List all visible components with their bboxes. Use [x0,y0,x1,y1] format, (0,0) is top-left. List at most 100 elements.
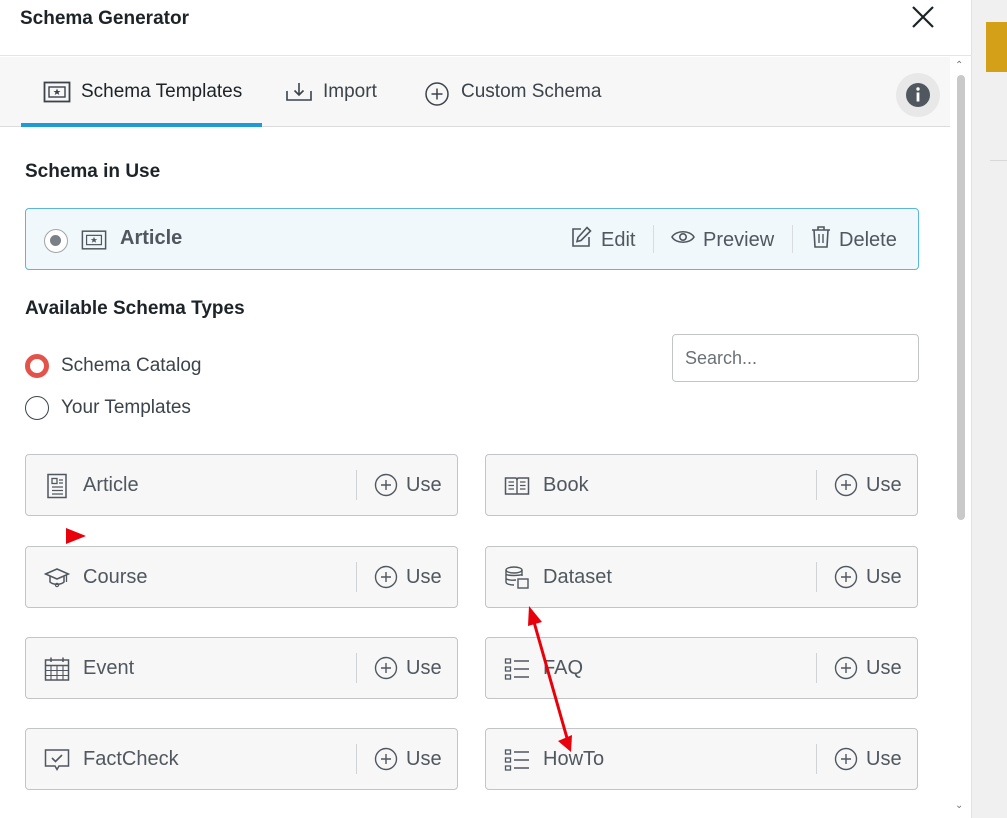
calendar-icon [44,656,70,682]
background-accent [986,22,1007,72]
book-icon [504,473,530,499]
eye-icon [671,228,695,252]
plus-circle-icon [834,473,858,497]
preview-button[interactable]: Preview [671,225,774,255]
use-label: Use [866,565,902,588]
tab-label: Import [323,81,377,102]
plus-circle-icon [423,81,451,106]
use-button[interactable]: Use [374,744,442,774]
schema-catalog-radio[interactable] [25,354,49,378]
edit-label: Edit [601,228,636,251]
tab-schema-templates[interactable]: Schema Templates [43,57,242,127]
use-label: Use [866,656,902,679]
divider [816,562,817,592]
schema-template-icon [81,228,107,252]
delete-button[interactable]: Delete [811,225,897,255]
use-button[interactable]: Use [834,562,902,592]
use-button[interactable]: Use [374,470,442,500]
graduation-cap-icon [43,565,71,591]
use-button[interactable]: Use [834,470,902,500]
active-tab-indicator [21,123,262,127]
tab-import[interactable]: Import [285,57,377,127]
modal-title: Schema Generator [20,8,189,29]
info-icon[interactable] [896,73,940,117]
schema-type-name: HowTo [543,748,605,770]
in-use-schema-name: Article [120,227,183,249]
schema-type-card-event: Event Use [25,637,458,699]
delete-label: Delete [839,228,897,251]
schema-catalog-option[interactable]: Schema Catalog [25,353,201,379]
use-label: Use [406,473,442,496]
schema-type-name: Book [543,474,589,496]
close-icon[interactable] [910,4,936,30]
edit-button[interactable]: Edit [569,225,635,255]
schema-in-use-card: Article Edit Preview Delete [25,208,919,270]
option-label: Schema Catalog [61,355,202,376]
background-page [972,0,1007,818]
modal-header: Schema Generator [0,0,972,56]
schema-type-name: Article [83,474,139,496]
use-label: Use [866,473,902,496]
option-label: Your Templates [61,397,191,418]
schema-type-name: Dataset [543,566,612,588]
import-icon [285,81,313,103]
plus-circle-icon [374,747,398,771]
use-label: Use [866,747,902,770]
tab-custom-schema[interactable]: Custom Schema [423,57,601,127]
schema-type-card-dataset: Dataset Use [485,546,918,608]
scrollbar-thumb[interactable] [957,75,965,520]
fact-check-icon [44,747,70,773]
use-button[interactable]: Use [374,562,442,592]
schema-type-name: Event [83,657,135,679]
plus-circle-icon [374,656,398,680]
tabs-bar: Schema Templates Import Custom Schema [0,57,950,127]
plus-circle-icon [834,656,858,680]
tab-label: Custom Schema [461,81,602,102]
your-templates-option[interactable]: Your Templates [25,395,191,421]
plus-circle-icon [834,565,858,589]
scroll-down-icon[interactable]: ⌄ [955,800,963,811]
divider [653,225,654,253]
article-icon [44,473,70,499]
use-label: Use [406,656,442,679]
schema-generator-modal: Schema Generator Schema Templates Import… [0,0,972,818]
schema-type-name: FAQ [543,657,584,679]
background-divider [990,160,1007,161]
divider [816,744,817,774]
available-schema-types-heading: Available Schema Types [25,298,245,319]
schema-type-card-factcheck: FactCheck Use [25,728,458,790]
divider [356,562,357,592]
schema-type-card-article: Article Use [25,454,458,516]
schema-type-card-faq: FAQ Use [485,637,918,699]
schema-type-card-course: Course Use [25,546,458,608]
schema-template-icon [43,81,71,103]
use-button[interactable]: Use [374,653,442,683]
schema-type-card-howto: HowTo Use [485,728,918,790]
use-button[interactable]: Use [834,744,902,774]
divider [356,470,357,500]
divider [356,653,357,683]
use-label: Use [406,565,442,588]
database-icon [504,565,530,591]
schema-type-name: FactCheck [83,748,179,770]
use-button[interactable]: Use [834,653,902,683]
plus-circle-icon [834,747,858,771]
use-label: Use [406,747,442,770]
schema-in-use-heading: Schema in Use [25,161,161,182]
divider [792,225,793,253]
your-templates-radio[interactable] [25,396,49,420]
divider [816,470,817,500]
scroll-up-icon[interactable]: ⌃ [955,60,963,71]
plus-circle-icon [374,565,398,589]
search-input[interactable] [672,334,919,382]
list-icon [504,656,530,682]
divider [816,653,817,683]
list-icon [504,747,530,773]
in-use-radio[interactable] [44,229,68,253]
preview-label: Preview [703,228,775,251]
divider [356,744,357,774]
trash-icon [811,225,831,255]
plus-circle-icon [374,473,398,497]
schema-type-card-book: Book Use [485,454,918,516]
tab-label: Schema Templates [81,81,243,102]
